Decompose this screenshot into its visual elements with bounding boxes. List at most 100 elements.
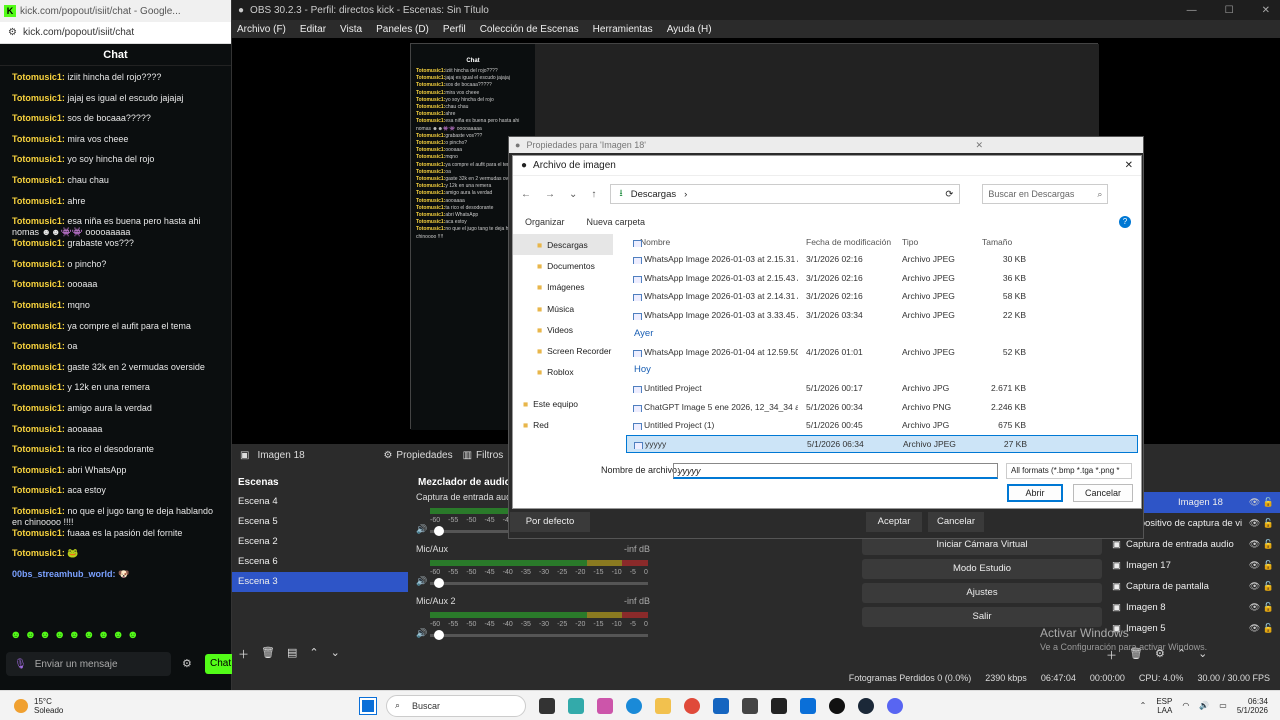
source-item[interactable]: ▣ Imagen 8 👁 🔓 [1108, 597, 1280, 618]
chat-username[interactable]: Totomusic1: [12, 72, 65, 82]
menu-item[interactable]: Archivo (F) [237, 24, 286, 35]
volume-knob[interactable] [434, 630, 444, 640]
filters-button[interactable]: Filtros [472, 450, 503, 461]
down-icon[interactable]: ⌄ [331, 646, 340, 662]
chat-username[interactable]: Totomusic1: [12, 362, 65, 372]
file-row[interactable]: yyyyy 5/1/2026 06:34 Archivo JPEG 27 KB [626, 434, 1138, 454]
battery-icon[interactable]: ▭ [1219, 701, 1227, 710]
chat-username[interactable]: Totomusic1: [12, 403, 65, 413]
path-bar[interactable]: ⭳ Descargas › ⟳ [610, 184, 961, 204]
up-icon[interactable]: ⌃ [309, 646, 318, 662]
popout-url-bar[interactable]: ⚙ kick.com/popout/isiit/chat [0, 22, 231, 44]
speaker-icon[interactable]: 🔊 [416, 576, 427, 587]
volume-slider[interactable] [430, 582, 648, 585]
settings-icon[interactable]: ⚙ [182, 657, 192, 670]
nav-item[interactable]: ■ Descargas [513, 234, 613, 256]
col-date[interactable]: Fecha de modificación [798, 237, 894, 247]
menu-item[interactable]: Herramientas [593, 24, 653, 35]
chat-username[interactable]: Totomusic1: [12, 506, 65, 516]
task-view-icon[interactable] [539, 697, 555, 714]
source-item[interactable]: ▣ Imagen 5 👁 🔓 [1108, 618, 1280, 639]
chat-username[interactable]: Totomusic1: [12, 341, 65, 351]
group-header[interactable]: Ayer [626, 324, 1138, 342]
file-row[interactable]: WhatsApp Image 2026-01-03 at 2.14.31 AM 3… [626, 287, 1138, 306]
start-icon[interactable] [359, 696, 377, 715]
control-button[interactable]: Ajustes [862, 583, 1102, 603]
clock-time[interactable]: 06:34 [1237, 697, 1268, 706]
close-icon[interactable]: ✕ [1125, 160, 1141, 171]
refresh-icon[interactable]: ⟳ [945, 189, 959, 200]
menu-item[interactable]: Paneles (D) [376, 24, 429, 35]
wifi-icon[interactable]: ◠ [1182, 701, 1189, 710]
source-item[interactable]: ▣ Captura de pantalla 👁 🔓 [1108, 576, 1280, 597]
help-icon[interactable]: ? [1119, 216, 1131, 228]
nav-item[interactable]: ■ Imágenes [513, 277, 613, 298]
nav-item[interactable]: ■ Roblox [513, 362, 613, 383]
file-explorer-icon[interactable] [655, 697, 671, 714]
terminal-icon[interactable] [771, 697, 787, 714]
chat-username[interactable]: Totomusic1: [12, 154, 65, 164]
nav-item[interactable]: ■ Red [513, 414, 613, 435]
control-button[interactable]: Salir [862, 607, 1102, 627]
volume-slider[interactable] [430, 634, 648, 637]
menu-item[interactable]: Ayuda (H) [667, 24, 712, 35]
file-row[interactable]: Untitled Project (1) 5/1/2026 00:45 Archiv… [626, 416, 1138, 435]
source-item[interactable]: ▣ Imagen 17 👁 🔓 [1108, 555, 1280, 576]
language[interactable]: ESP [1156, 697, 1172, 706]
photos-icon[interactable] [597, 697, 613, 714]
chat-username[interactable]: Totomusic1: [12, 424, 65, 434]
chat-username[interactable]: 00bs_streamhub_world: [12, 569, 116, 579]
chat-username[interactable]: Totomusic1: [12, 548, 65, 558]
chat-username[interactable]: Totomusic1: [12, 279, 65, 289]
chat-username[interactable]: Totomusic1: [12, 113, 65, 123]
back-icon[interactable]: ← [521, 189, 531, 200]
outlook-icon[interactable] [713, 697, 729, 714]
properties-button[interactable]: Propiedades [392, 450, 462, 461]
volume-knob[interactable] [434, 578, 444, 588]
cancel-button[interactable]: Cancelar [1073, 484, 1133, 502]
weather-widget[interactable]: 15°C Soleado [0, 697, 360, 715]
chat-username[interactable]: Totomusic1: [12, 259, 65, 269]
scene-item[interactable]: Escena 6 [232, 552, 408, 572]
scene-item[interactable]: Escena 5 [232, 512, 408, 532]
filename-input[interactable]: yyyyy [673, 463, 998, 479]
scene-item[interactable]: Escena 4 [232, 492, 408, 512]
col-type[interactable]: Tipo [894, 237, 976, 247]
group-header[interactable]: Hoy [626, 361, 1138, 379]
menu-item[interactable]: Perfil [443, 24, 466, 35]
minimize-icon[interactable]: — [1187, 5, 1197, 16]
chat-username[interactable]: Totomusic1: [12, 528, 65, 538]
speaker-icon[interactable]: 🔊 [416, 524, 427, 535]
col-size[interactable]: Tamaño [976, 237, 1026, 247]
props-cancel-button[interactable]: Cancelar [928, 512, 984, 532]
file-row[interactable]: WhatsApp Image 2026-01-03 at 2.15.43 AM 3… [626, 269, 1138, 288]
nav-item[interactable]: ■ Música [513, 298, 613, 319]
file-row[interactable]: Untitled Project 5/1/2026 00:17 Archivo JP… [626, 379, 1138, 398]
chat-username[interactable]: Totomusic1: [12, 382, 65, 392]
col-name[interactable]: Nombre [626, 237, 798, 247]
edge-icon[interactable] [626, 697, 642, 714]
chrome-icon[interactable] [684, 697, 700, 714]
speaker-icon[interactable]: 🔊 [416, 628, 427, 639]
eye-icon[interactable]: 👁 🔓 [1249, 518, 1280, 529]
file-row[interactable]: WhatsApp Image 2026-01-03 at 2.15.31 AM 3… [626, 250, 1138, 269]
filetype-select[interactable]: All formats (*.bmp *.tga *.png * [1006, 463, 1132, 479]
store-icon[interactable] [742, 697, 758, 714]
new-folder-button[interactable]: Nueva carpeta [587, 217, 646, 227]
eye-icon[interactable]: 👁 🔓 [1249, 623, 1280, 634]
nav-item[interactable]: ■ Videos [513, 319, 613, 340]
up-icon[interactable]: ↑ [591, 189, 596, 200]
chat-username[interactable]: Totomusic1: [12, 216, 65, 226]
file-row[interactable]: ChatGPT Image 5 ene 2026, 12_34_34 a.m. 5… [626, 398, 1138, 417]
volume-knob[interactable] [434, 526, 444, 536]
forward-icon[interactable]: → [545, 189, 555, 200]
nav-item[interactable]: ■ Este equipo [513, 393, 613, 414]
chevron-down-icon[interactable]: ⌄ [569, 189, 577, 200]
maximize-icon[interactable]: ☐ [1225, 5, 1234, 16]
chevron-up-icon[interactable]: ⌃ [1140, 701, 1147, 710]
chat-send-button[interactable]: Chat [205, 654, 235, 674]
volume-icon[interactable]: 🔊 [1199, 701, 1209, 710]
file-row[interactable]: WhatsApp Image 2026-01-04 at 12.59.50 ..… [626, 342, 1138, 361]
chat-username[interactable]: Totomusic1: [12, 93, 65, 103]
eye-icon[interactable]: 👁 🔓 [1249, 581, 1280, 592]
